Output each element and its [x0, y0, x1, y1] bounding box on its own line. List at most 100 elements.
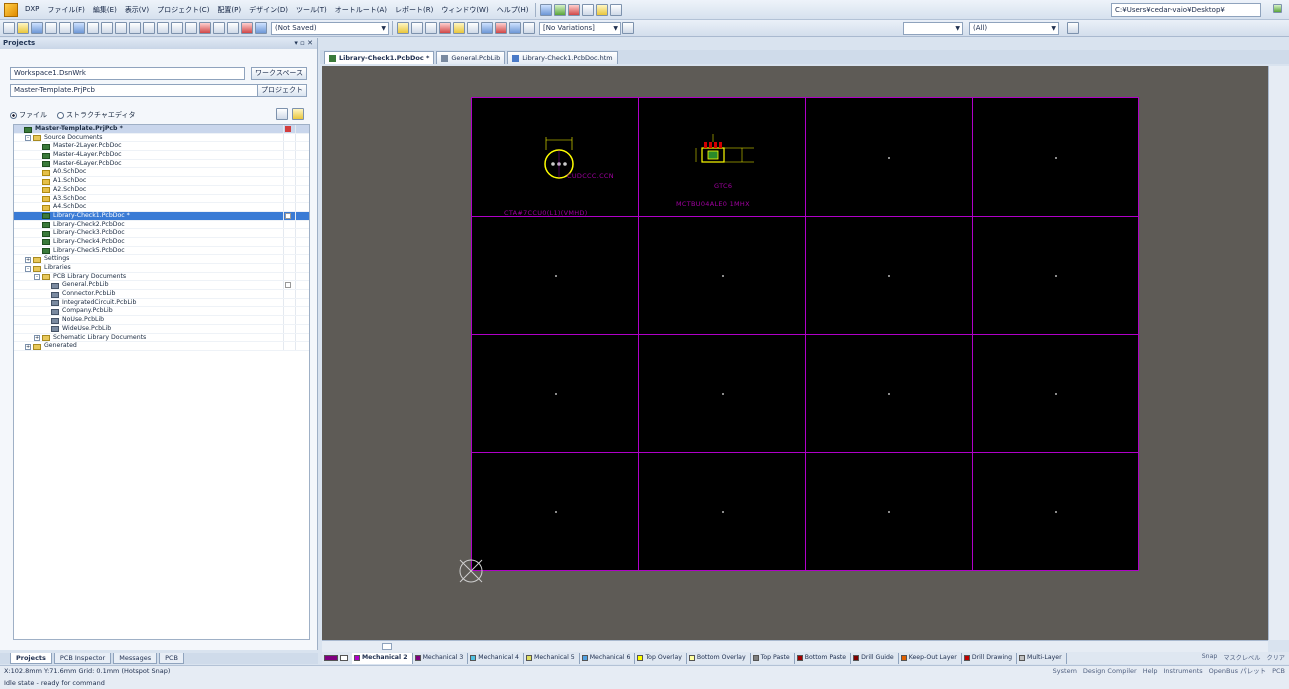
open-icon[interactable]	[17, 22, 29, 34]
arc-icon[interactable]	[467, 22, 479, 34]
layer-tab[interactable]: Top Overlay	[635, 652, 687, 664]
layer-tab[interactable]: Mechanical 2	[352, 652, 413, 664]
pcb-workspace[interactable]: CUDCCC.CCN CTA#7CCU0(L1)(VMHD) GTC6 MCTB…	[322, 66, 1268, 640]
tree-item[interactable]: Company.PcbLib	[14, 307, 309, 317]
panel-tab[interactable]: PCB	[159, 653, 185, 664]
tree-item[interactable]: WideUse.PcbLib	[14, 324, 309, 334]
utility-icon[interactable]	[610, 3, 623, 16]
tree-item[interactable]: General.PcbLib	[14, 281, 309, 291]
menu-item[interactable]: 配置(P)	[213, 5, 245, 15]
zoom-fit-icon[interactable]	[73, 22, 85, 34]
polygon-icon[interactable]	[495, 22, 507, 34]
layer-bar-button[interactable]: マスクレベル	[1223, 653, 1260, 662]
expand-icon[interactable]: +	[25, 256, 31, 263]
tree-item[interactable]: NoUse.PcbLib	[14, 316, 309, 325]
panel-controls[interactable]: ▾ ▫ ✕	[294, 38, 313, 49]
interactive-route-icon[interactable]	[397, 22, 409, 34]
layer-tab[interactable]: Mechanical 4	[468, 652, 524, 664]
grid-icon[interactable]	[596, 3, 609, 16]
tree-item[interactable]: A4.SchDoc	[14, 203, 309, 212]
variant-icon[interactable]	[622, 22, 634, 34]
tree-item[interactable]: Master-Template.PrjPcb *	[14, 125, 309, 134]
select-icon[interactable]	[143, 22, 155, 34]
filter-icon[interactable]	[1067, 22, 1079, 34]
status-panel-button[interactable]: Help	[1143, 666, 1158, 677]
menu-item[interactable]: ウィンドウ(W)	[437, 5, 492, 15]
bus-route-icon[interactable]	[425, 22, 437, 34]
via-icon[interactable]	[439, 22, 451, 34]
status-panel-button[interactable]: PCB	[1272, 666, 1285, 677]
tree-item[interactable]: A3.SchDoc	[14, 194, 309, 204]
tree-item[interactable]: Master-4Layer.PcbDoc	[14, 151, 309, 160]
text-icon[interactable]	[509, 22, 521, 34]
pad-icon[interactable]	[453, 22, 465, 34]
layer-tab[interactable]: Mechanical 3	[413, 652, 469, 664]
tree-item[interactable]: Library-Check3.PcbDoc	[14, 229, 309, 238]
tree-item[interactable]: - PCB Library Documents	[14, 272, 309, 282]
menu-item[interactable]: ヘルプ(H)	[493, 5, 533, 15]
tree-item[interactable]: IntegratedCircuit.PcbLib	[14, 298, 309, 308]
layer-tab[interactable]: Bottom Paste	[795, 652, 852, 664]
zoom-icon[interactable]	[59, 22, 71, 34]
align-icon[interactable]	[582, 3, 595, 16]
pcb-board[interactable]: CUDCCC.CCN CTA#7CCU0(L1)(VMHD) GTC6 MCTB…	[471, 97, 1139, 571]
browse-icon[interactable]	[255, 22, 267, 34]
undo-icon[interactable]	[213, 22, 225, 34]
path-field[interactable]: C:¥Users¥cedar-vaio¥Desktop¥	[1111, 3, 1261, 17]
document-tab[interactable]: Library-Check1.PcbDoc *	[324, 51, 435, 64]
menu-item[interactable]: デザイン(D)	[245, 5, 292, 15]
status-panel-button[interactable]: Instruments	[1164, 666, 1203, 677]
tree-item[interactable]: A2.SchDoc	[14, 185, 309, 195]
diff-pair-icon[interactable]	[411, 22, 423, 34]
layer-tab[interactable]: Mechanical 6	[580, 652, 636, 664]
menu-item[interactable]: ファイル(F)	[43, 5, 89, 15]
menu-item[interactable]: プロジェクト(C)	[153, 5, 213, 15]
layer-tab[interactable]: Bottom Overlay	[687, 652, 751, 664]
workspace-button[interactable]: ワークスペース	[251, 67, 307, 80]
saved-state-combo[interactable]: (Not Saved) ▼	[271, 21, 389, 35]
tree-item[interactable]: Master-6Layer.PcbDoc	[14, 159, 309, 169]
copy-icon[interactable]	[115, 22, 127, 34]
panel-settings-icon[interactable]	[276, 108, 288, 120]
menu-item[interactable]: 編集(E)	[89, 5, 121, 15]
fill-icon[interactable]	[481, 22, 493, 34]
blank-combo[interactable]: ▼	[903, 21, 963, 35]
vertical-scrollbar[interactable]	[1268, 66, 1289, 640]
tree-item[interactable]: + Schematic Library Documents	[14, 333, 309, 343]
menu-item[interactable]: DXP	[21, 5, 43, 15]
tree-item[interactable]: Master-2Layer.PcbDoc	[14, 142, 309, 152]
redo-icon[interactable]	[227, 22, 239, 34]
expand-icon[interactable]: +	[34, 335, 40, 341]
layer-tab[interactable]: Mechanical 5	[524, 652, 580, 664]
tree-item[interactable]: Library-Check4.PcbDoc	[14, 237, 309, 247]
current-layer-swatch[interactable]	[324, 655, 338, 661]
panel-tab[interactable]: PCB Inspector	[53, 653, 112, 664]
tree-item[interactable]: + Settings	[14, 255, 309, 264]
collapse-icon[interactable]: -	[34, 274, 40, 281]
view-structure-radio[interactable]: ストラクチャエディタ	[57, 110, 135, 120]
print-icon[interactable]	[45, 22, 57, 34]
project-field[interactable]: Master-Template.PrjPcb	[10, 84, 260, 97]
status-panel-button[interactable]: OpenBus パレット	[1209, 666, 1266, 677]
cut-icon[interactable]	[101, 22, 113, 34]
marker-icon[interactable]	[568, 3, 581, 16]
menu-item[interactable]: ツール(T)	[292, 5, 331, 15]
status-panel-button[interactable]: Design Compiler	[1083, 666, 1137, 677]
panel-tab[interactable]: Messages	[113, 653, 158, 664]
cross-icon[interactable]	[185, 22, 197, 34]
variations-combo[interactable]: [No Variations] ▼	[539, 21, 621, 35]
tree-item[interactable]: - Libraries	[14, 264, 309, 273]
collapse-icon[interactable]: -	[25, 265, 31, 272]
zoom-area-icon[interactable]	[87, 22, 99, 34]
deselect-icon[interactable]	[171, 22, 183, 34]
project-button[interactable]: プロジェクト	[257, 84, 307, 97]
expand-icon[interactable]: +	[25, 343, 31, 350]
tree-item[interactable]: A1.SchDoc	[14, 177, 309, 186]
new-icon[interactable]	[3, 22, 15, 34]
layer-tab[interactable]: Keep-Out Layer	[899, 652, 962, 664]
panel-folder-icon[interactable]	[292, 108, 304, 120]
clear-icon[interactable]	[199, 22, 211, 34]
layer-tab[interactable]: Multi-Layer	[1017, 652, 1067, 664]
horizontal-scrollbar[interactable]	[322, 640, 1268, 652]
paste-icon[interactable]	[129, 22, 141, 34]
